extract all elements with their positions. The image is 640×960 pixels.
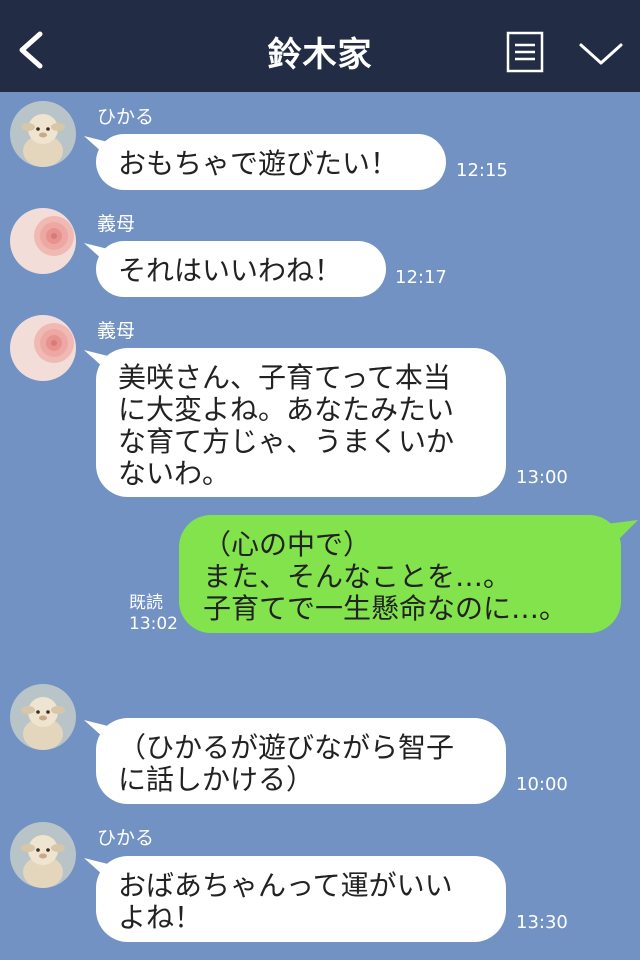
message-text: おもちゃで遊びたい！	[118, 147, 399, 180]
read-receipt: 既読 13:02	[129, 593, 178, 635]
flower-avatar-icon	[10, 208, 76, 274]
read-label: 既読	[129, 593, 163, 613]
sender-name: 義母	[97, 213, 136, 235]
message-time: 13:00	[516, 467, 568, 488]
chat-title: 鈴木家	[267, 35, 373, 75]
message-bubble[interactable]: （ひかるが遊びながら智子 に話しかける）	[96, 718, 506, 804]
message-text: （心の中で） また、そんなことを…。 子育てで一生懸命なのに…。	[203, 528, 568, 625]
sender-name: ひかる	[97, 827, 155, 849]
message-time: 12:17	[395, 267, 447, 288]
message-time: 13:30	[516, 912, 568, 933]
message-time: 13:02	[129, 614, 178, 634]
bubble-tail	[606, 520, 638, 542]
chat-header: 鈴木家	[0, 0, 640, 92]
avatar-flower[interactable]	[10, 208, 76, 274]
message-bubble[interactable]: おもちゃで遊びたい！	[96, 134, 446, 190]
message-time: 10:00	[516, 774, 568, 795]
avatar-sheep[interactable]	[10, 101, 76, 167]
menu-list-icon[interactable]	[506, 31, 544, 73]
sender-name: 義母	[97, 320, 136, 342]
sheep-avatar-icon	[10, 822, 76, 888]
avatar-sheep[interactable]	[10, 684, 76, 750]
message-bubble[interactable]: おばあちゃんって運がいい よね！	[96, 856, 506, 942]
chevron-down-icon[interactable]	[578, 40, 624, 68]
message-bubble[interactable]: それはいいわね！	[96, 241, 386, 297]
message-time: 12:15	[456, 160, 508, 181]
sheep-avatar-icon	[10, 684, 76, 750]
message-bubble-own[interactable]: （心の中で） また、そんなことを…。 子育てで一生懸命なのに…。	[179, 515, 621, 633]
avatar-sheep[interactable]	[10, 822, 76, 888]
avatar-flower[interactable]	[10, 315, 76, 381]
message-bubble[interactable]: 美咲さん、子育てって本当 に大変よね。あなたみたい な育て方じゃ、うまくいか な…	[96, 348, 506, 497]
flower-avatar-icon	[10, 315, 76, 381]
sender-name: ひかる	[97, 106, 155, 128]
sheep-avatar-icon	[10, 101, 76, 167]
message-text: それはいいわね！	[118, 254, 343, 287]
message-text: （ひかるが遊びながら智子 に話しかける）	[118, 731, 455, 796]
message-text: おばあちゃんって運がいい よね！	[118, 869, 453, 934]
message-text: 美咲さん、子育てって本当 に大変よね。あなたみたい な育て方じゃ、うまくいか な…	[118, 361, 455, 490]
